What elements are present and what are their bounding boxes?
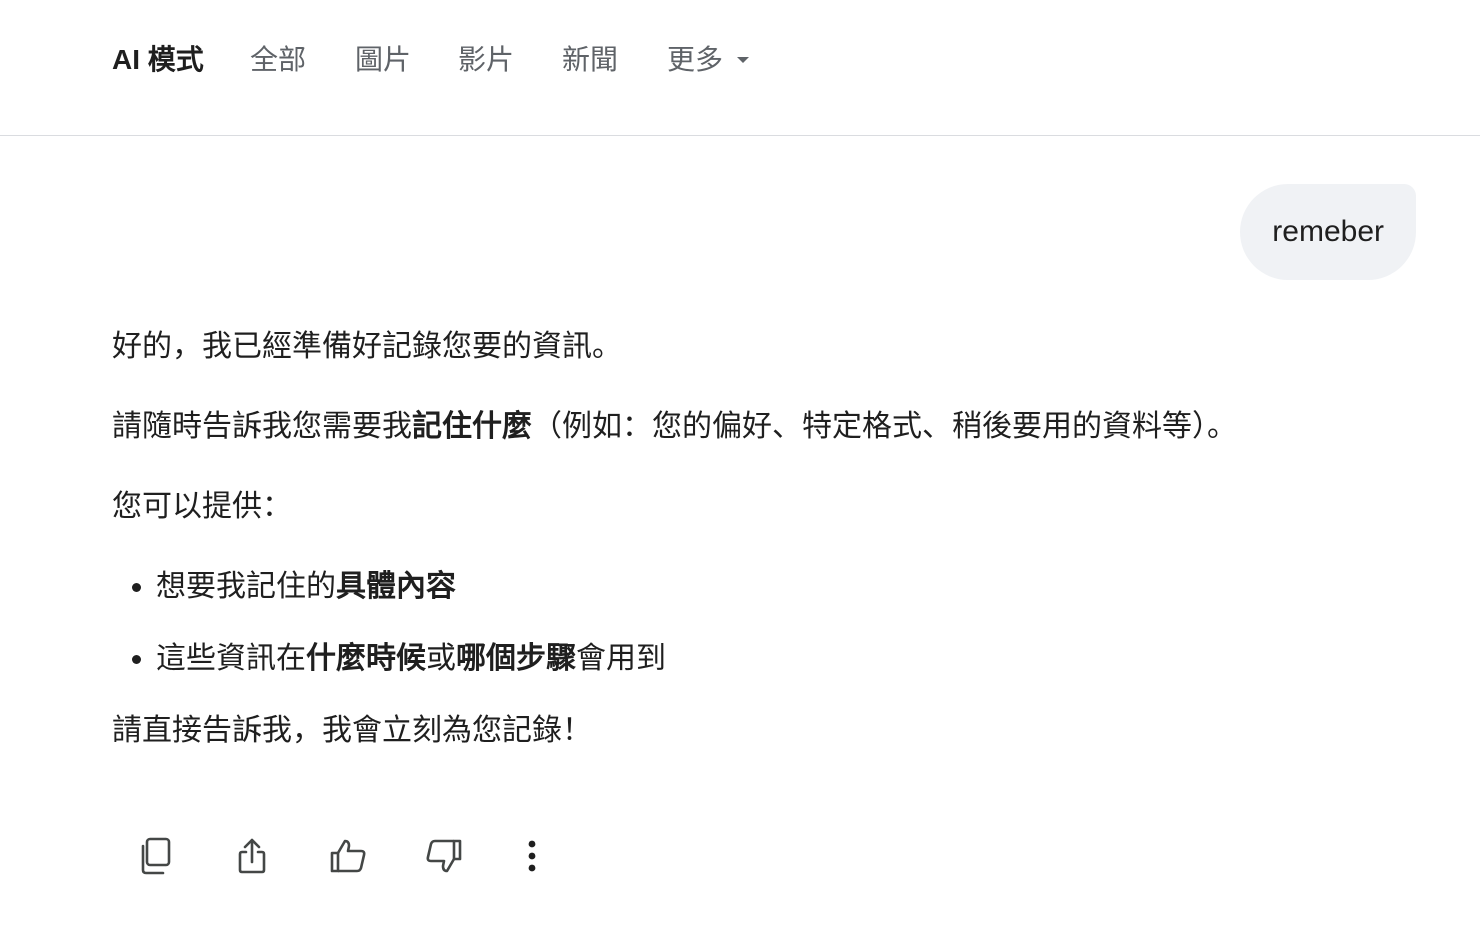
response-paragraph: 您可以提供： (112, 490, 292, 523)
response-text: 請隨時告訴我您需要我 (112, 410, 412, 443)
response-text: 或 (426, 642, 456, 675)
ai-mode-page: AI 模式 全部 圖片 影片 新聞 更多 remeber 好的，我已經準備好記錄… (0, 0, 1480, 930)
more-vert-icon (528, 840, 536, 872)
response-list: 想要我記住的具體內容 這些資訊在什麼時候或哪個步驟會用到 (112, 562, 1412, 684)
response-paragraph: 請隨時告訴我您需要我記住什麼（例如：您的偏好、特定格式、稍後要用的資料等）。 (112, 402, 1412, 452)
caret-down-icon (737, 56, 750, 63)
list-item: 想要我記住的具體內容 (156, 562, 1412, 612)
tab-news[interactable]: 新聞 (562, 38, 618, 82)
more-options-button[interactable] (504, 826, 560, 886)
copy-icon (141, 837, 171, 875)
response-text: 想要我記住的 (156, 570, 336, 603)
tab-more-label: 更多 (667, 44, 724, 75)
thumbs-up-icon (330, 839, 366, 873)
tab-all[interactable]: 全部 (250, 38, 306, 82)
share-button[interactable] (224, 826, 280, 886)
response-bold-text: 什麼時候 (306, 642, 426, 675)
response-bold-text: 具體內容 (336, 570, 456, 603)
response-text: 會用到 (576, 642, 666, 675)
ai-response: 好的，我已經準備好記錄您要的資訊。 請隨時告訴我您需要我記住什麼（例如：您的偏好… (112, 322, 1412, 786)
response-text: （例如：您的偏好、特定格式、稍後要用的資料等）。 (532, 410, 1237, 443)
list-item: 這些資訊在什麼時候或哪個步驟會用到 (156, 634, 1412, 684)
tab-ai-mode[interactable]: AI 模式 (112, 38, 204, 82)
response-text: 這些資訊在 (156, 642, 306, 675)
tab-images[interactable]: 圖片 (355, 38, 411, 82)
thumbs-down-icon (426, 839, 462, 873)
response-bold-text: 哪個步驟 (456, 642, 576, 675)
user-query-bubble: remeber (1240, 184, 1416, 280)
share-icon (238, 838, 266, 874)
search-tabs-bar: AI 模式 全部 圖片 影片 新聞 更多 (0, 0, 1480, 136)
copy-button[interactable] (128, 826, 184, 886)
tab-videos[interactable]: 影片 (458, 38, 514, 82)
response-paragraph: 請直接告訴我，我會立刻為您記錄！ (112, 714, 592, 747)
response-paragraph: 好的，我已經準備好記錄您要的資訊。 (112, 330, 622, 363)
thumbs-up-button[interactable] (320, 826, 376, 886)
thumbs-down-button[interactable] (416, 826, 472, 886)
response-bold-text: 記住什麼 (412, 410, 532, 443)
tab-more[interactable]: 更多 (667, 38, 750, 82)
